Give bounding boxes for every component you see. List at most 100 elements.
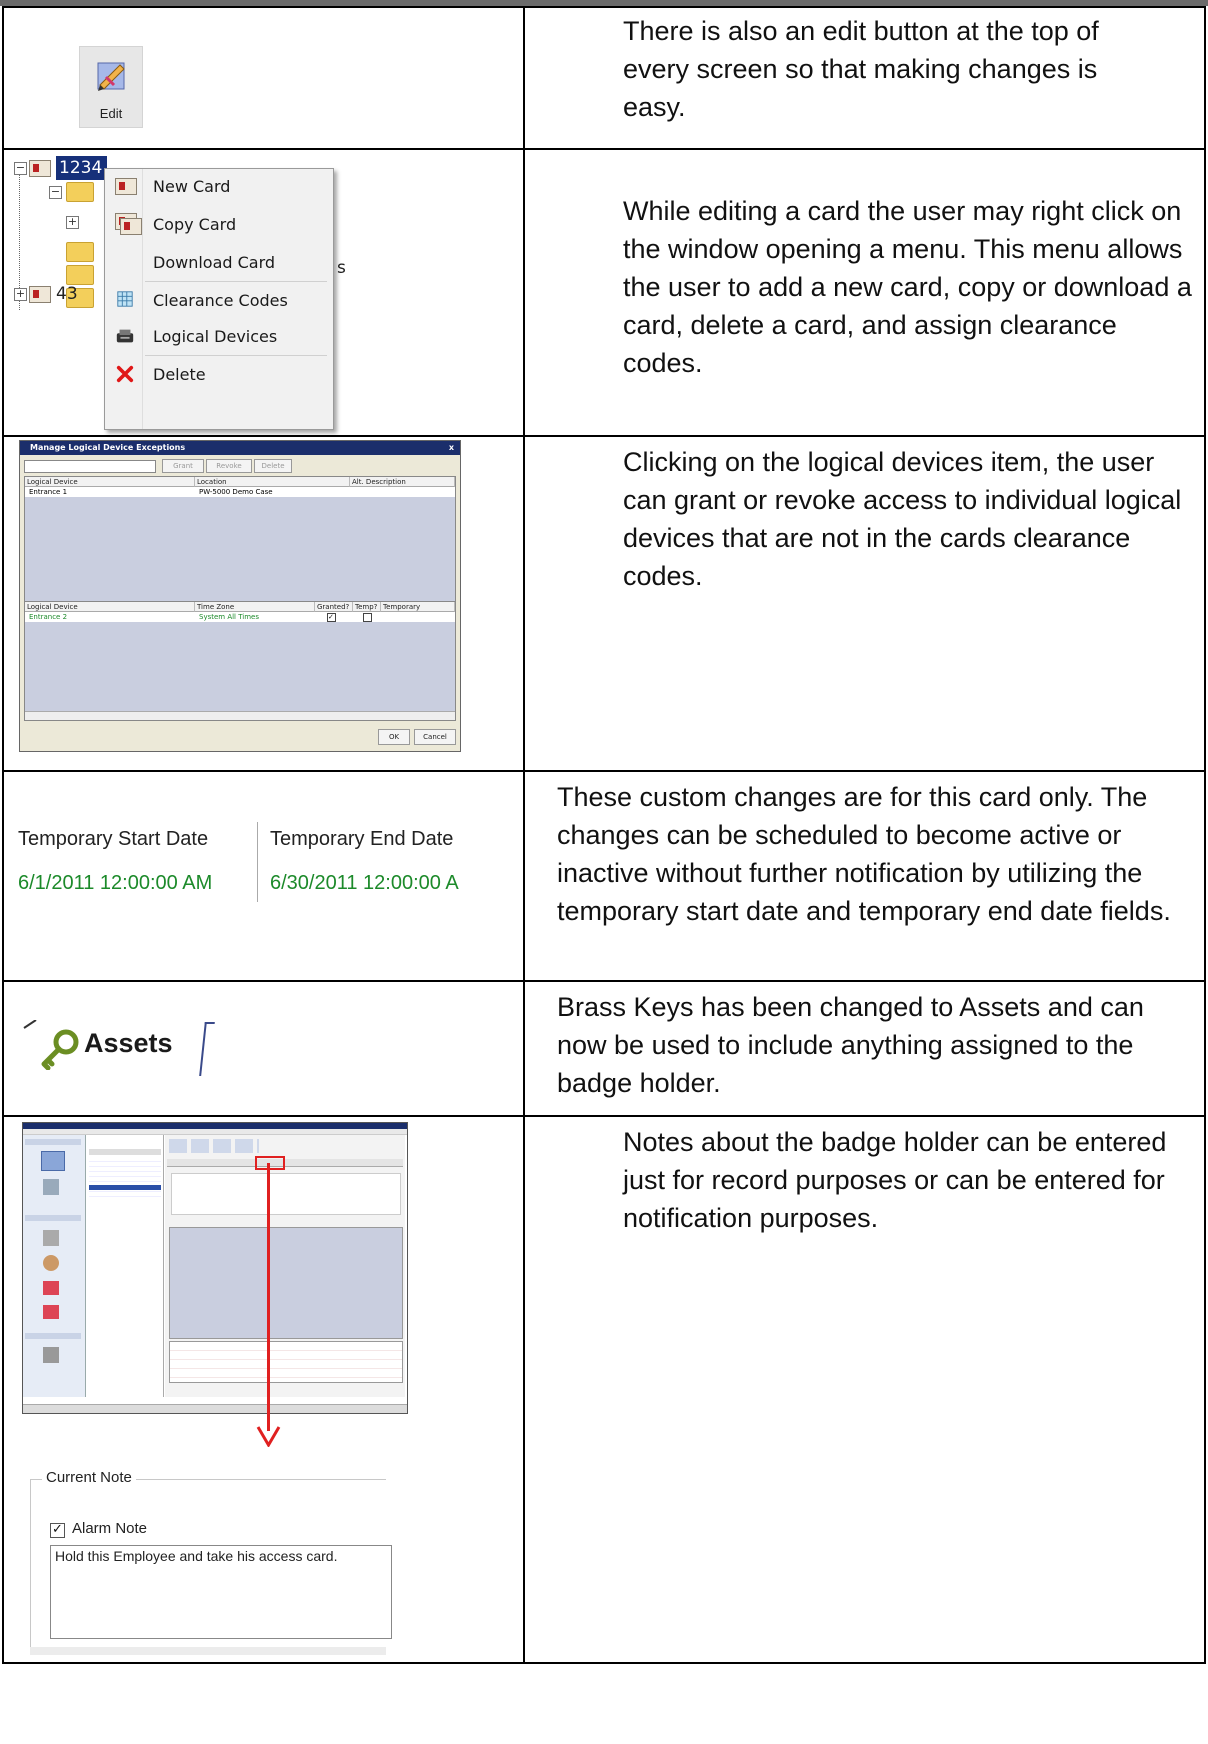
menu-logical-devices[interactable]: Logical Devices (153, 327, 277, 346)
column-header[interactable]: Granted? (315, 602, 353, 612)
alarm-note-label: Alarm Note (72, 1520, 148, 1537)
column-header[interactable]: Temp? (353, 602, 381, 612)
menu-download-card[interactable]: Download Card (153, 253, 275, 272)
temp-checkbox[interactable] (363, 613, 372, 622)
row-assets-text-cell: Brass Keys has been changed to Assets an… (523, 980, 1206, 1117)
nav-section (25, 1333, 81, 1339)
companies-icon (43, 1230, 59, 1246)
row-dates-visual: Temporary Start Date Temporary End Date … (2, 770, 525, 982)
grant-button[interactable]: Grant (162, 459, 204, 473)
horizontal-scrollbar[interactable] (25, 711, 455, 720)
row-context-menu-visual: − 1234 − + s + 43 New Card Copy Card Dow… (2, 148, 525, 437)
delete-x-icon (116, 365, 134, 383)
column-header[interactable]: Temporary (381, 602, 455, 612)
filter-input[interactable] (24, 460, 156, 473)
reports-icon (43, 1347, 59, 1363)
tree-expand-icon[interactable]: + (14, 288, 27, 301)
edit-pencil-icon (97, 62, 125, 91)
assets-key-icon (23, 1020, 79, 1070)
assets-description: Brass Keys has been changed to Assets an… (557, 992, 1144, 1098)
menu-separator (145, 355, 327, 356)
edit-label: Edit (99, 106, 123, 121)
current-note-mini (171, 1173, 401, 1215)
logical-device-exceptions-dialog: Manage Logical Device Exceptions x Grant… (19, 440, 461, 752)
note-textarea[interactable]: Hold this Employee and take his access c… (50, 1545, 392, 1639)
tree-expand-icon[interactable]: + (66, 216, 79, 229)
current-note-footer (30, 1647, 386, 1655)
tree-collapse-icon[interactable]: − (14, 162, 27, 175)
ok-button[interactable]: OK (378, 729, 410, 745)
column-header[interactable]: Logical Device (25, 602, 195, 612)
column-header[interactable]: Location (195, 477, 350, 487)
context-menu: New Card Copy Card Download Card Clearan… (104, 168, 334, 430)
menu-new-card[interactable]: New Card (153, 177, 230, 196)
table-row[interactable]: Entrance 2 System All Times ✓ (25, 612, 455, 622)
copy-card-icon (115, 213, 142, 235)
tab-edge (199, 1022, 215, 1076)
folder-icon (66, 265, 94, 285)
delete-button[interactable]: Delete (254, 459, 292, 473)
linked-fields-icon (43, 1281, 59, 1295)
app-main-pane (165, 1135, 405, 1397)
granted-checkbox[interactable]: ✓ (327, 613, 336, 622)
row-dialog-text-cell: Clicking on the logical devices item, th… (523, 435, 1206, 772)
app-status-bar (23, 1404, 407, 1413)
badging-icon (41, 1151, 65, 1171)
folder-icon (66, 242, 94, 262)
notes-description: Notes about the badge holder can be ente… (623, 1127, 1167, 1233)
menu-copy-card[interactable]: Copy Card (153, 215, 236, 234)
tab-strip (167, 1159, 403, 1167)
linked-fields-icon (43, 1305, 59, 1319)
list-items (89, 1157, 161, 1197)
temp-end-value[interactable]: 6/30/2011 12:00:00 A (270, 872, 459, 895)
exceptions-grid: Logical Device Time Zone Granted? Temp? … (24, 601, 456, 721)
row-edit-visual: Edit (2, 6, 525, 150)
note-history-grid (169, 1227, 403, 1339)
document-table: Edit There is also an edit button at the… (2, 6, 1206, 1664)
temp-start-header: Temporary Start Date (18, 828, 209, 850)
note-text: Hold this Employee and take his access c… (55, 1548, 338, 1564)
cell-time-zone: System All Times (199, 613, 260, 621)
selected-list-item[interactable] (89, 1185, 161, 1190)
cell-logical-device: Entrance 2 (29, 613, 68, 621)
alarm-note-checkbox[interactable]: ✓ (50, 1523, 65, 1538)
column-header[interactable]: Alt. Description (350, 477, 455, 487)
obscured-node-label: s (337, 258, 346, 278)
cell-location: PW-5000 Demo Case (199, 488, 273, 496)
close-icon[interactable]: x (449, 441, 454, 455)
dates-description: These custom changes are for this card o… (557, 782, 1171, 926)
folder-icon (66, 182, 94, 202)
edit-button[interactable]: Edit (79, 46, 143, 128)
callout-arrow-line (267, 1163, 270, 1431)
edit-description: There is also an edit button at the top … (623, 16, 1099, 122)
logical-devices-icon (116, 329, 134, 343)
tree-collapse-icon[interactable]: − (49, 186, 62, 199)
temp-start-value[interactable]: 6/1/2011 12:00:00 AM (18, 872, 212, 895)
table-row[interactable]: Entrance 1 PW-5000 Demo Case (25, 487, 455, 497)
card-icon (29, 160, 51, 177)
tree-root-label[interactable]: 1234 (56, 156, 107, 180)
toolbar (169, 1139, 259, 1153)
menu-delete[interactable]: Delete (153, 365, 206, 384)
tab-icon (43, 1179, 59, 1195)
row-notes-text-cell: Notes about the badge holder can be ente… (523, 1115, 1206, 1664)
card-icon (29, 286, 51, 303)
badge-manager-screenshot (22, 1122, 408, 1414)
menu-separator (145, 281, 327, 282)
row-dialog-visual: Manage Logical Device Exceptions x Grant… (2, 435, 525, 772)
revoke-button[interactable]: Revoke (206, 459, 252, 473)
company-types-icon (43, 1255, 59, 1271)
current-note-frame-edge (30, 1479, 31, 1649)
tree-sibling-label[interactable]: 43 (56, 284, 78, 304)
column-header[interactable]: Logical Device (25, 477, 195, 487)
menu-clearance-codes[interactable]: Clearance Codes (153, 291, 288, 310)
column-header[interactable]: Time Zone (195, 602, 315, 612)
context-menu-description: While editing a card the user may right … (623, 196, 1192, 378)
dialog-description: Clicking on the logical devices item, th… (623, 447, 1182, 591)
dialog-title-text: Manage Logical Device Exceptions (30, 443, 186, 452)
new-card-icon (115, 177, 137, 195)
cancel-button[interactable]: Cancel (414, 729, 456, 745)
list-header (89, 1149, 161, 1155)
row-context-menu-text-cell: While editing a card the user may right … (523, 148, 1206, 437)
available-devices-grid: Logical Device Location Alt. Description… (24, 476, 456, 602)
